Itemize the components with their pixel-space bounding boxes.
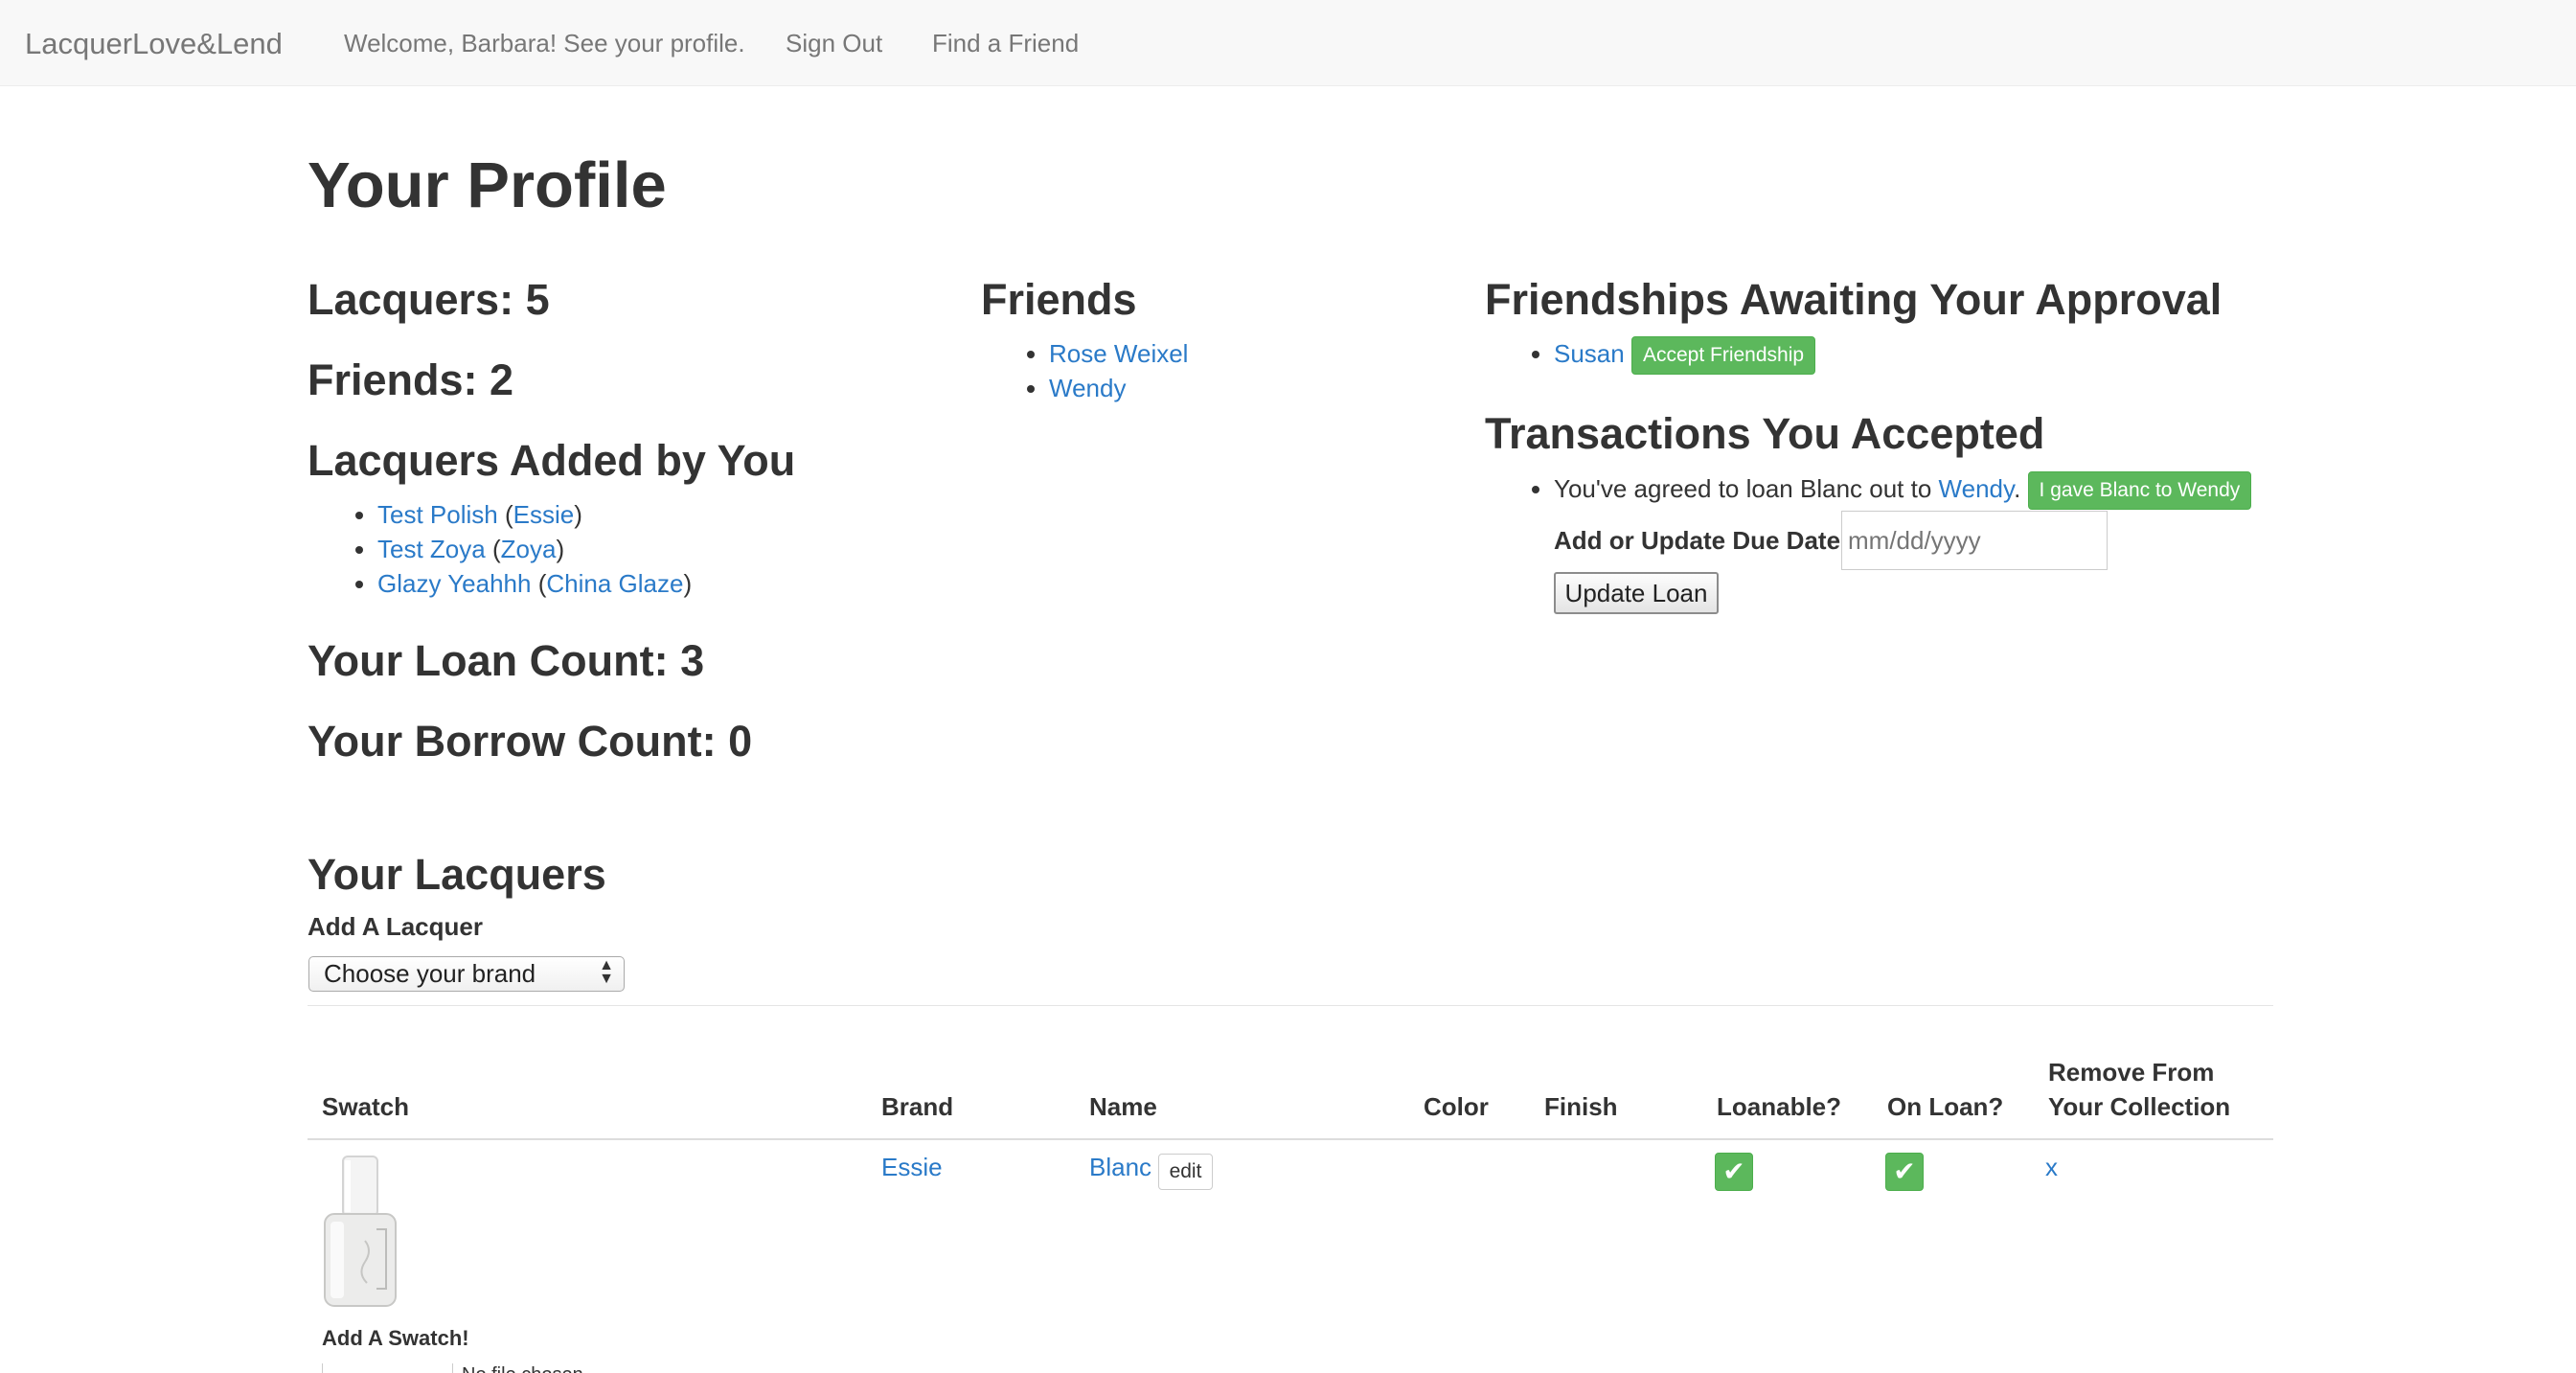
pending-friend-link[interactable]: Susan: [1554, 339, 1625, 368]
lacquer-link[interactable]: Test Zoya: [377, 535, 486, 563]
approvals-list: Susan Accept Friendship: [1487, 336, 1816, 376]
list-item: Wendy: [1049, 371, 1188, 405]
profile-link[interactable]: Welcome, Barbara! See your profile.: [344, 29, 745, 58]
list-item: Test Polish (Essie): [377, 497, 692, 532]
list-item: Susan Accept Friendship: [1554, 336, 1816, 376]
col-remove-line2: Your Collection: [2048, 1092, 2231, 1121]
remove-lacquer-link[interactable]: x: [2045, 1153, 2058, 1182]
col-on-loan: On Loan?: [1887, 1092, 2004, 1121]
col-loanable: Loanable?: [1717, 1092, 1842, 1121]
list-item: Glazy Yeahhh (China Glaze): [377, 566, 692, 601]
gave-lacquer-button[interactable]: I gave Blanc to Wendy: [2027, 471, 2252, 511]
brand-select-value: Choose your brand: [324, 959, 536, 988]
added-lacquers-list: Test Polish (Essie) Test Zoya (Zoya) Gla…: [310, 497, 692, 601]
friend-link[interactable]: Wendy: [1049, 374, 1126, 402]
table-header-border: [308, 1138, 2273, 1140]
on-loan-check-icon[interactable]: ✔: [1885, 1153, 1924, 1191]
file-status-text: No file chosen: [462, 1363, 583, 1373]
accept-friendship-button[interactable]: Accept Friendship: [1630, 336, 1816, 376]
col-finish: Finish: [1544, 1092, 1618, 1121]
add-swatch-label: Add A Swatch!: [322, 1326, 469, 1350]
row-name-link[interactable]: Blanc: [1089, 1153, 1151, 1182]
approvals-heading: Friendships Awaiting Your Approval: [1485, 275, 2223, 324]
your-lacquers-heading: Your Lacquers: [308, 850, 606, 899]
transactions-heading: Transactions You Accepted: [1485, 409, 2045, 458]
transactions-list: You've agreed to loan Blanc out to Wendy…: [1487, 471, 2252, 511]
loanable-check-icon[interactable]: ✔: [1715, 1153, 1753, 1191]
list-item: Rose Weixel: [1049, 336, 1188, 371]
col-swatch: Swatch: [322, 1092, 410, 1121]
lacquers-count: Lacquers: 5: [308, 275, 550, 324]
brand-select[interactable]: Choose your brand ▲ ▼: [308, 956, 625, 992]
loan-count: Your Loan Count: 3: [308, 636, 705, 685]
top-navbar: LacquerLove&Lend Welcome, Barbara! See y…: [0, 0, 2576, 86]
col-color: Color: [1424, 1092, 1489, 1121]
lacquer-link[interactable]: Test Polish: [377, 500, 498, 529]
page-title: Your Profile: [308, 149, 667, 221]
transaction-friend-link[interactable]: Wendy: [1939, 474, 2015, 503]
col-brand: Brand: [881, 1092, 954, 1121]
due-date-input[interactable]: [1841, 511, 2108, 570]
update-loan-button[interactable]: Update Loan: [1554, 572, 1719, 614]
friends-list: Rose Weixel Wendy: [982, 336, 1188, 405]
list-item: You've agreed to loan Blanc out to Wendy…: [1554, 471, 2252, 511]
added-lacquers-heading: Lacquers Added by You: [308, 436, 796, 485]
brand-link[interactable]: China Glaze: [546, 569, 683, 598]
edit-button[interactable]: edit: [1158, 1154, 1213, 1190]
col-name: Name: [1089, 1092, 1157, 1121]
find-friend-link[interactable]: Find a Friend: [932, 29, 1079, 58]
friend-link[interactable]: Rose Weixel: [1049, 339, 1188, 368]
swatch-bottle-image: [324, 1156, 397, 1307]
due-date-label: Add or Update Due Date: [1554, 526, 1841, 555]
brand-link[interactable]: Zoya: [501, 535, 557, 563]
borrow-count: Your Borrow Count: 0: [308, 717, 753, 766]
list-item: Test Zoya (Zoya): [377, 532, 692, 566]
lacquer-link[interactable]: Glazy Yeahhh: [377, 569, 531, 598]
select-arrows-icon: ▲ ▼: [599, 957, 614, 987]
friends-count: Friends: 2: [308, 355, 514, 404]
sign-out-link[interactable]: Sign Out: [786, 29, 882, 58]
transaction-text: You've agreed to loan Blanc out to: [1554, 474, 1932, 503]
divider: [308, 1005, 2273, 1006]
friends-heading: Friends: [981, 275, 1137, 324]
add-lacquer-label: Add A Lacquer: [308, 912, 483, 941]
col-remove-line1: Remove From: [2048, 1058, 2215, 1087]
brand-link[interactable]: Essie: [513, 500, 575, 529]
brand-link[interactable]: LacquerLove&Lend: [25, 27, 283, 61]
file-choose-button[interactable]: [322, 1363, 453, 1373]
row-brand-link[interactable]: Essie: [881, 1153, 943, 1182]
